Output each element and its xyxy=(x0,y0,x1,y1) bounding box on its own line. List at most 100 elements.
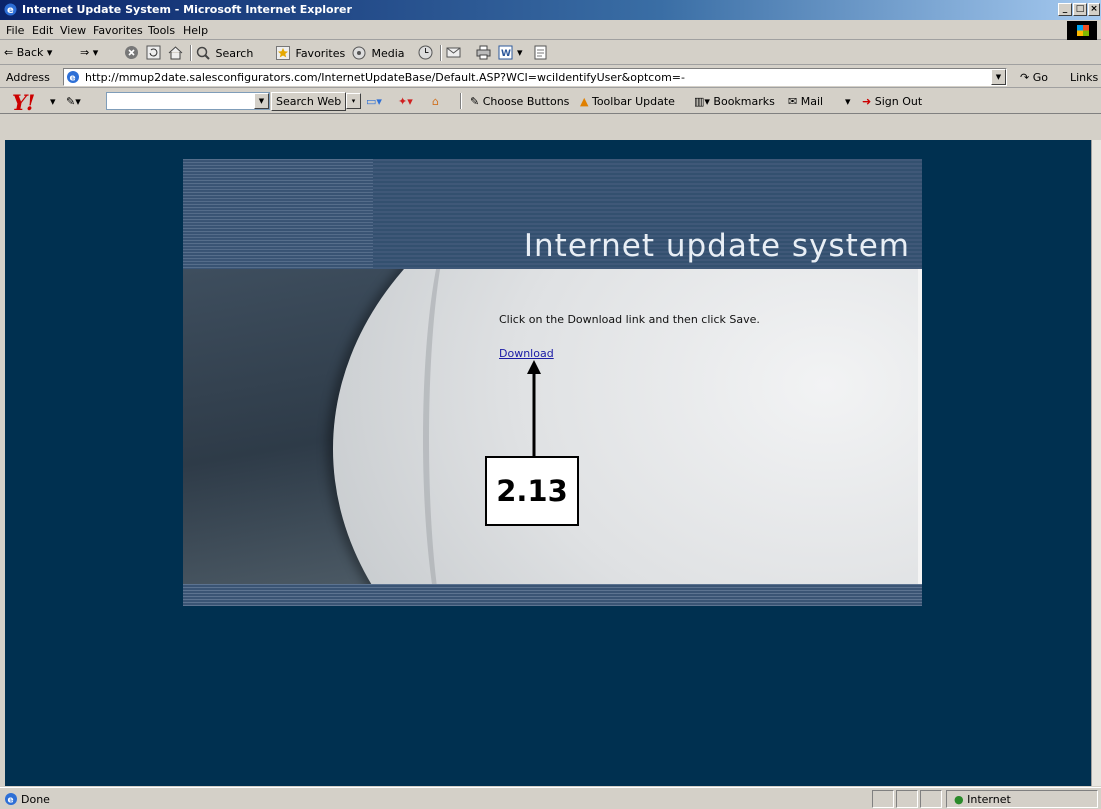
back-arrow-icon: ⇐ xyxy=(4,46,14,59)
discuss-icon[interactable] xyxy=(533,45,548,60)
ie-status-icon: e xyxy=(5,793,17,806)
choose-buttons-button[interactable]: ✎ Choose Buttons xyxy=(470,95,569,108)
antispy-icon[interactable]: ✦▾ xyxy=(398,95,413,108)
menu-favorites[interactable]: Favorites xyxy=(93,24,143,37)
main-panel: Click on the Download link and then clic… xyxy=(183,269,922,584)
search-label: Search xyxy=(215,47,254,60)
callout-label: 2.13 xyxy=(485,456,579,526)
favorites-star-icon xyxy=(276,46,290,60)
sign-out-button[interactable]: ➜ Sign Out xyxy=(862,95,922,108)
menu-tools[interactable]: Tools xyxy=(148,24,175,37)
svg-text:e: e xyxy=(7,5,14,16)
status-cell xyxy=(920,790,942,808)
maximize-button[interactable]: □ xyxy=(1073,3,1087,16)
media-icon xyxy=(352,46,366,60)
svg-text:e: e xyxy=(70,74,76,84)
sign-out-label: Sign Out xyxy=(874,95,923,108)
media-label: Media xyxy=(371,47,405,60)
toolbar-update-label: Toolbar Update xyxy=(591,95,675,108)
yahoo-menu-dropdown-icon[interactable]: ▾ xyxy=(50,95,56,108)
mail-envelope-icon: ✉ xyxy=(788,95,798,108)
search-icon xyxy=(196,46,210,60)
favorites-label: Favorites xyxy=(295,47,346,60)
warning-icon: ▲ xyxy=(580,95,589,108)
zone-label: Internet xyxy=(967,793,1011,806)
mail-button[interactable]: ✉ Mail xyxy=(788,95,823,108)
choose-buttons-label: Choose Buttons xyxy=(482,95,570,108)
bookmarks-label: Bookmarks xyxy=(713,95,775,108)
instruction-text: Click on the Download link and then clic… xyxy=(499,313,760,326)
ie-app-icon: e xyxy=(4,3,17,16)
globe-icon: ● xyxy=(954,793,964,806)
zone-indicator: ● Internet xyxy=(954,793,1011,806)
callout-arrow-icon xyxy=(527,360,541,458)
toolbar-update-button[interactable]: ▲ Toolbar Update xyxy=(580,95,675,108)
standard-toolbar: ⇐ Back ▾ ⇒ ▾ Search Favorites Media W ▾ xyxy=(0,41,1101,65)
menu-file[interactable]: File xyxy=(6,24,24,37)
go-arrow-icon: ↷ xyxy=(1020,71,1030,84)
yahoo-search-dropdown[interactable]: ▼ xyxy=(254,93,269,109)
bookmarks-icon: ▥▾ xyxy=(694,95,710,108)
links-button[interactable]: Links xyxy=(1070,71,1098,84)
address-dropdown-button[interactable]: ▼ xyxy=(991,69,1006,85)
address-url: http://mmup2date.salesconfigurators.com/… xyxy=(85,71,685,84)
choose-buttons-pencil-icon: ✎ xyxy=(470,95,480,108)
toolbar-separator xyxy=(460,93,462,109)
status-bar: e Done ● Internet xyxy=(0,787,1101,809)
minimize-button[interactable]: _ xyxy=(1058,3,1072,16)
window-title: Internet Update System - Microsoft Inter… xyxy=(22,3,352,16)
yahoo-logo[interactable]: Y! xyxy=(12,90,35,115)
yahoo-toolbar: Y! ▾ ✎▾ ▼ Search Web ▾ ▭▾ ✦▾ ⌂ ✎ Choose … xyxy=(0,89,1101,115)
search-button[interactable]: Search xyxy=(196,46,253,60)
address-input[interactable]: e http://mmup2date.salesconfigurators.co… xyxy=(63,68,1007,86)
mail-icon[interactable] xyxy=(446,45,461,60)
windows-logo-icon xyxy=(1067,21,1097,40)
refresh-icon[interactable] xyxy=(146,45,161,60)
back-label: Back xyxy=(16,46,44,59)
calendar-icon[interactable]: ▭▾ xyxy=(366,95,382,108)
stop-icon[interactable] xyxy=(124,45,139,60)
forward-arrow-icon: ⇒ ▾ xyxy=(80,46,99,59)
yahoo-search-input[interactable] xyxy=(106,92,270,110)
mail-label: Mail xyxy=(800,95,824,108)
home-icon[interactable] xyxy=(168,45,183,60)
bookmarks-button[interactable]: ▥▾ Bookmarks xyxy=(694,95,775,108)
menu-edit[interactable]: Edit xyxy=(32,24,53,37)
toolbar-separator xyxy=(190,45,192,61)
pencil-icon[interactable]: ✎▾ xyxy=(66,95,81,108)
panel-right-edge xyxy=(918,269,922,584)
banner: Internet update system xyxy=(183,159,922,269)
menu-bar: File Edit View Favorites Tools Help xyxy=(0,20,1101,40)
forward-button[interactable]: ⇒ ▾ xyxy=(80,46,98,59)
sign-out-icon: ➜ xyxy=(862,95,872,108)
toolbar-separator xyxy=(440,45,442,61)
favorites-button[interactable]: Favorites xyxy=(276,46,345,60)
status-text: Done xyxy=(21,793,50,806)
media-button[interactable]: Media xyxy=(352,46,405,60)
edit-dropdown-icon[interactable]: ▾ xyxy=(517,46,523,59)
search-web-button[interactable]: Search Web xyxy=(271,92,347,111)
vertical-scrollbar[interactable] xyxy=(1091,140,1101,786)
close-button[interactable]: × xyxy=(1088,3,1100,16)
mail-dropdown-icon[interactable]: ▾ xyxy=(845,95,851,108)
menu-view[interactable]: View xyxy=(60,24,86,37)
title-bar: e Internet Update System - Microsoft Int… xyxy=(0,0,1101,20)
search-web-dropdown[interactable]: ▾ xyxy=(346,93,361,109)
svg-text:W: W xyxy=(501,49,511,59)
go-button[interactable]: ↷ Go xyxy=(1020,71,1048,84)
banner-title: Internet update system xyxy=(523,228,910,264)
status-cell xyxy=(896,790,918,808)
print-icon[interactable] xyxy=(476,45,491,60)
ie-page-icon: e xyxy=(67,71,79,84)
popup-blocker-icon[interactable]: ⌂ xyxy=(432,95,439,108)
address-bar: Address e http://mmup2date.salesconfigur… xyxy=(0,66,1101,88)
svg-text:e: e xyxy=(8,796,14,806)
back-button[interactable]: ⇐ Back ▾ xyxy=(4,46,52,59)
edit-word-icon[interactable]: W xyxy=(498,45,513,60)
banner-stripes xyxy=(183,159,373,269)
menu-help[interactable]: Help xyxy=(183,24,208,37)
history-icon[interactable] xyxy=(418,45,433,60)
status-cell xyxy=(872,790,894,808)
panel-footer xyxy=(183,584,922,606)
panel-arc-decoration xyxy=(423,269,503,584)
